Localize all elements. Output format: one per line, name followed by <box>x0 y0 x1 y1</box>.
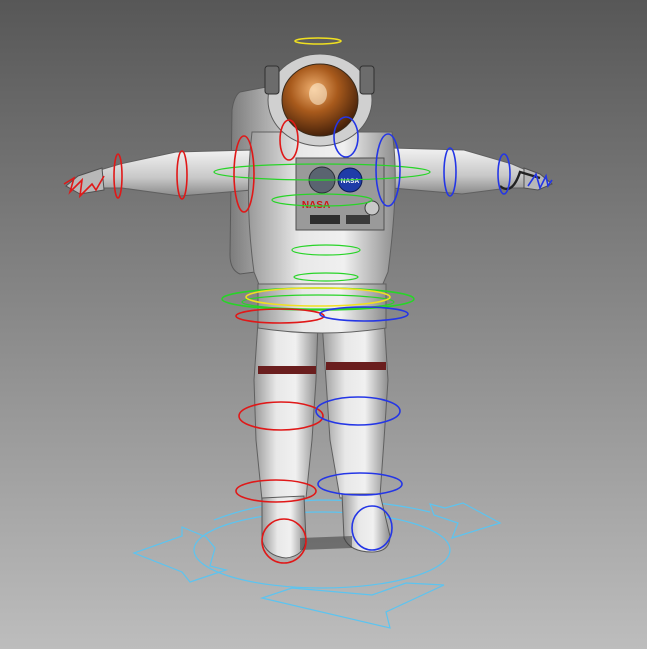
chest-connector-2 <box>346 215 370 224</box>
root-control-arrow-bottom[interactable] <box>259 582 445 629</box>
root-control[interactable] <box>132 499 502 629</box>
root-control-arrow-right[interactable] <box>429 502 502 539</box>
left-arm <box>99 149 253 197</box>
root-control-arrow-top-left[interactable] <box>213 499 431 521</box>
3d-viewport[interactable]: NASA NASA <box>0 0 647 649</box>
chest-connector-1 <box>310 215 340 224</box>
left-thigh-band <box>258 366 316 374</box>
left-boot <box>261 495 307 559</box>
head-control[interactable] <box>294 37 342 45</box>
helmet-lamp-left <box>264 65 280 95</box>
left-leg <box>253 321 319 501</box>
root-control-arrow-left[interactable] <box>132 526 229 583</box>
scene-canvas[interactable]: NASA NASA <box>0 0 647 649</box>
helmet-lamp-right <box>359 65 375 95</box>
right-leg <box>321 317 389 499</box>
root-control-ring[interactable] <box>193 511 451 589</box>
floor-shadow <box>300 536 352 550</box>
right-thigh-band <box>326 362 386 370</box>
visor-highlight <box>309 83 327 105</box>
